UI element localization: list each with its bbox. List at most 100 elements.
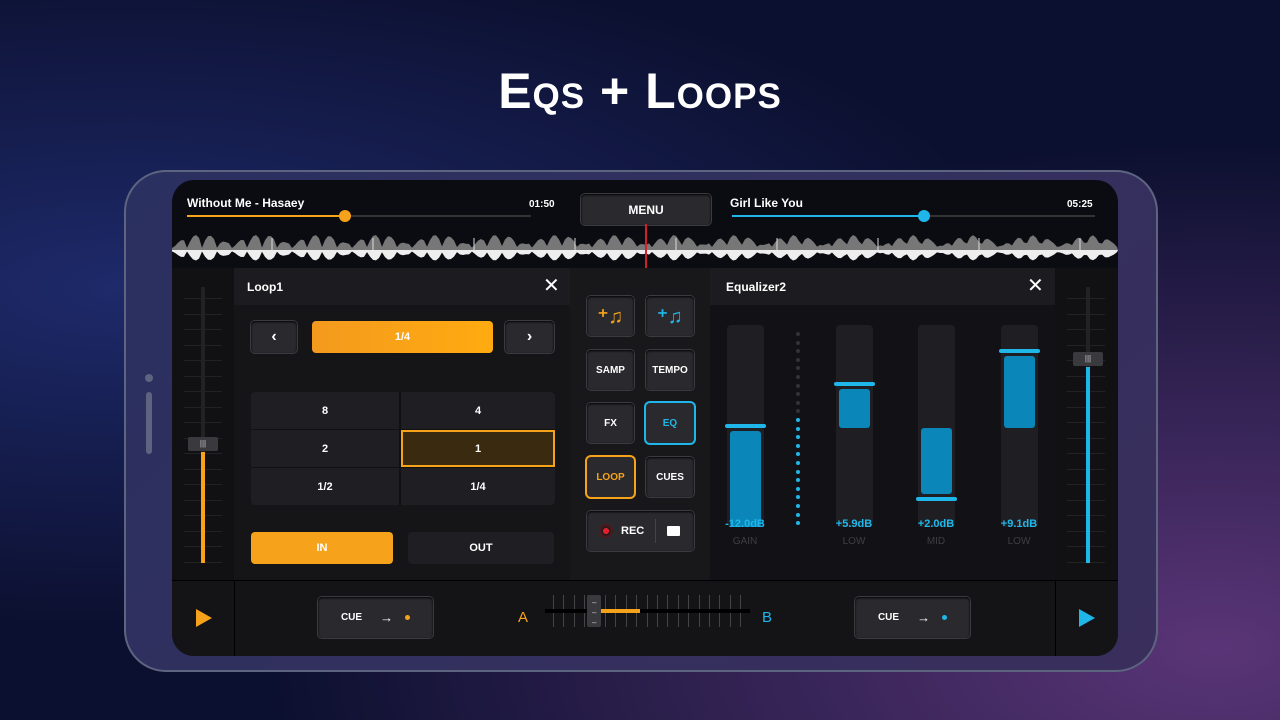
cues-button[interactable]: CUES	[646, 457, 694, 497]
crossfader-b-label: B	[762, 609, 773, 626]
level-meter-dot	[796, 357, 800, 362]
level-meter-dot	[796, 375, 800, 379]
playhead-marker	[645, 224, 647, 268]
level-meter-dot	[796, 340, 800, 345]
level-meter-dot	[796, 418, 800, 422]
crossfader-track[interactable]	[545, 609, 750, 613]
deck-a-track-title: Without Me - Hasaey	[187, 196, 305, 210]
level-meter-dot	[796, 409, 800, 414]
level-meter-dot	[796, 512, 800, 517]
eq-value: -12.0dB	[725, 518, 765, 530]
loop-length-cell[interactable]: 8	[251, 392, 399, 429]
eq-slider-low[interactable]	[999, 325, 1040, 527]
level-meter-dot	[796, 366, 800, 371]
eq-button[interactable]: EQ	[646, 403, 694, 443]
loop-prev-button[interactable]: ‹	[251, 321, 297, 353]
eq-label: GAIN	[732, 536, 758, 547]
level-meter-dot	[796, 478, 800, 483]
level-meter-dot	[796, 495, 800, 500]
crossfader-fill	[600, 609, 641, 613]
level-meter-dot	[796, 332, 800, 336]
cue-label: CUE	[877, 612, 900, 623]
deck-a-volume-handle[interactable]: |||	[188, 437, 218, 452]
level-meter-dot	[796, 504, 800, 508]
record-icon	[599, 524, 613, 538]
level-meter-dot	[796, 426, 800, 431]
arrow-right-icon: →	[917, 610, 931, 625]
loop-button[interactable]: LOOP	[587, 457, 634, 497]
deck-b-play-icon[interactable]	[1079, 609, 1095, 627]
rec-button[interactable]: REC	[587, 511, 694, 551]
loop-title: Loop1	[247, 279, 283, 294]
eq-slider-gain[interactable]	[725, 325, 766, 527]
eq-value: +9.1dB	[1000, 518, 1038, 530]
deck-b-add-track-button[interactable]: ⁺♫	[646, 296, 694, 336]
level-meter-dot	[796, 443, 800, 448]
deck-b-progress-knob[interactable]	[918, 210, 931, 222]
loop-panel-header: Loop1	[234, 268, 570, 305]
eq-handle[interactable]	[834, 381, 875, 386]
close-icon[interactable]: ✕	[1027, 276, 1044, 296]
samp-button[interactable]: SAMP	[587, 350, 634, 390]
fx-button[interactable]: FX	[587, 403, 634, 443]
menu-button[interactable]: MENU	[581, 194, 711, 225]
deck-a-play-icon[interactable]	[196, 609, 212, 627]
level-meter-dot	[796, 349, 800, 354]
deck-b-time: 05:25	[1067, 199, 1093, 210]
loop-length-display: 1/4	[312, 321, 493, 353]
deck-a-progress-knob[interactable]	[339, 210, 352, 222]
eq-handle[interactable]	[725, 424, 766, 428]
chevron-left-icon: ‹	[271, 328, 277, 345]
loop-length-grid: 8 4 2 1 1/2 1/4	[251, 392, 555, 505]
eq-fill	[921, 428, 952, 494]
divider	[655, 519, 657, 543]
deck-b-volume-track[interactable]	[1086, 287, 1090, 563]
eq-slider-low[interactable]	[834, 325, 875, 527]
deck-a-add-track-button[interactable]: ⁺♫	[587, 296, 634, 336]
equalizer-title: Equalizer2	[726, 279, 787, 294]
deck-b-dot-icon	[942, 615, 948, 620]
page-title: Eqs + Loops	[498, 63, 782, 119]
deck-a-progress-slider[interactable]	[187, 210, 531, 222]
arrow-right-icon: →	[380, 610, 394, 625]
tempo-button[interactable]: TEMPO	[646, 350, 694, 390]
folder-icon[interactable]	[667, 526, 681, 536]
loop-panel: Loop1 ✕ ‹ 1/4 › 8 4 2 1 1/2 1/4 IN OUT	[234, 268, 570, 580]
level-meter-dot	[796, 452, 800, 457]
deck-a-cue-button[interactable]: CUE →	[318, 597, 433, 638]
loop-next-button[interactable]: ›	[505, 321, 554, 353]
crossfader-handle[interactable]: – – –	[587, 595, 602, 627]
crossfader-a-label: A	[518, 609, 529, 626]
phone-button	[146, 392, 152, 454]
loop-length-cell[interactable]: 2	[251, 430, 399, 467]
app-screen: Without Me - Hasaey 01:50 MENU Girl Like…	[172, 180, 1118, 656]
loop-length-cell[interactable]: 1/2	[251, 468, 399, 505]
loop-length-cell[interactable]: 4	[401, 392, 555, 429]
eq-value: +5.9dB	[835, 518, 873, 530]
equalizer-header: Equalizer2	[710, 268, 1055, 305]
crossfader[interactable]: – – –	[545, 591, 750, 631]
eq-slider-mid[interactable]	[916, 325, 957, 527]
eq-handle[interactable]	[916, 496, 957, 501]
loop-length-cell[interactable]: 1/4	[401, 468, 555, 505]
level-meter-dot	[796, 521, 800, 526]
close-icon[interactable]: ✕	[543, 276, 560, 296]
level-meter-dot	[796, 435, 800, 440]
eq-handle[interactable]	[999, 349, 1040, 354]
loop-length-cell[interactable]: 1	[401, 430, 555, 467]
deck-a-volume-track[interactable]	[201, 287, 205, 563]
cue-label: CUE	[340, 612, 363, 623]
eq-fill	[730, 431, 761, 527]
loop-in-button[interactable]: IN	[251, 532, 393, 564]
level-meter-dot	[796, 392, 800, 397]
deck-a-dot-icon	[405, 615, 411, 620]
function-panel: ⁺♫ ⁺♫ SAMP TEMPO FX EQ LOOP CUES REC	[570, 268, 710, 580]
rec-label: REC	[621, 525, 645, 537]
eq-fill	[1004, 356, 1035, 428]
loop-out-button[interactable]: OUT	[408, 532, 554, 564]
deck-b-progress-slider[interactable]	[732, 210, 1095, 222]
equalizer-panel: Equalizer2 ✕ -12.0dB GAIN +5.9dB LOW +2.0dB M…	[710, 268, 1055, 580]
eq-fill	[839, 388, 870, 428]
deck-b-cue-button[interactable]: CUE →	[855, 597, 970, 638]
deck-b-volume-handle[interactable]: |||	[1073, 351, 1103, 366]
